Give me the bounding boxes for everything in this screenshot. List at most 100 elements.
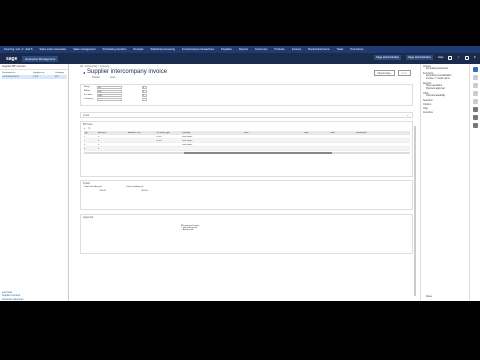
bell-icon[interactable] xyxy=(464,55,469,60)
right-menu-item[interactable]: Payment approval xyxy=(421,88,468,91)
column-header[interactable]: Quantity xyxy=(182,132,230,134)
cell[interactable]: 5 xyxy=(98,136,128,138)
field-input[interactable]: US xyxy=(97,85,122,89)
star-icon[interactable]: ☆ xyxy=(457,56,459,59)
new-invoice-button[interactable]: New invoice xyxy=(373,70,395,76)
field-input[interactable]: 5 xyxy=(142,93,147,97)
field-input[interactable]: USD xyxy=(97,93,122,97)
radio-label: Authorized xyxy=(182,229,194,231)
cell[interactable]: 2 xyxy=(84,140,98,142)
right-group-header[interactable]: Favorites xyxy=(421,111,468,114)
left-panel-title: Supplier BP invoices xyxy=(0,64,68,70)
cell[interactable]: 10.00 xyxy=(156,136,182,138)
cell[interactable]: Free items xyxy=(182,136,230,138)
sage-logo: sage xyxy=(6,55,18,62)
cell[interactable]: 5 xyxy=(98,148,128,150)
top-nav-item[interactable]: Tasks xyxy=(337,48,344,51)
field-input[interactable]: Test xyxy=(97,89,122,93)
right-menu-item[interactable]: Invoice >> credit memo xyxy=(421,78,468,81)
cell[interactable]: 3 xyxy=(84,144,98,146)
tab-lines[interactable]: Lines xyxy=(110,76,116,79)
header-link-2[interactable]: Sage administration xyxy=(406,55,433,60)
column-header[interactable]: Amount - tax xyxy=(128,132,156,134)
column-header[interactable]: Sign xyxy=(304,132,330,134)
col-header[interactable]: Supplier no. xyxy=(33,72,55,74)
col-header[interactable]: Document no. xyxy=(2,72,33,74)
header-link-1[interactable]: Sage administration xyxy=(374,55,402,60)
cell[interactable]: 5 xyxy=(98,144,128,146)
add-row-icon[interactable]: + xyxy=(84,127,86,130)
top-nav-item[interactable]: Products xyxy=(274,48,284,51)
table-row[interactable]: 45 xyxy=(84,147,410,151)
back-icon[interactable]: ◂ xyxy=(83,70,85,75)
field-label: Entity xyxy=(84,86,90,88)
plus-icon[interactable] xyxy=(472,67,478,72)
top-nav-item[interactable]: Sales order transaction xyxy=(40,48,67,51)
top-nav-item[interactable]: Statistical processing xyxy=(150,48,174,51)
right-menu-item[interactable]: Journal traceability xyxy=(421,95,468,98)
top-nav-item[interactable]: Procedures xyxy=(350,48,363,51)
top-nav-item[interactable]: Bookmarked items xyxy=(308,48,329,51)
app-viewport: Sourcing, sort, cl - Self S Sales order t… xyxy=(0,46,480,301)
cell[interactable]: 10.00 xyxy=(156,140,182,142)
column-header[interactable]: Account xyxy=(98,132,128,134)
cell[interactable]: Free items xyxy=(182,140,230,142)
col-header[interactable]: Category xyxy=(55,72,67,74)
top-nav-item[interactable]: Customers xyxy=(255,48,268,51)
field-input[interactable]: 5 xyxy=(142,89,147,93)
column-header[interactable]: Typ xyxy=(84,132,98,134)
top-nav-item[interactable]: Sales management xyxy=(73,48,95,51)
top-nav-item[interactable]: Receipts xyxy=(133,48,143,51)
top-nav-item[interactable]: Invoice/request transactions xyxy=(182,48,214,51)
document-icon[interactable] xyxy=(472,83,478,88)
right-group-header[interactable]: Options xyxy=(421,103,468,106)
app-name[interactable]: Enterprise Management xyxy=(22,55,59,62)
field-input[interactable] xyxy=(142,97,147,101)
top-nav-item[interactable]: Reports xyxy=(239,48,248,51)
column-header[interactable]: Tax level/Type xyxy=(156,132,182,134)
edit-icon[interactable] xyxy=(472,107,478,112)
field-input[interactable] xyxy=(97,97,122,101)
top-nav-item[interactable]: Invoices xyxy=(292,48,302,51)
list-icon[interactable] xyxy=(472,75,478,80)
save-button[interactable]: Save xyxy=(397,70,411,76)
header-fields-panel: Entity US 5 Bill-by Test 5 Inv. date USD 5 Curren… xyxy=(80,84,413,106)
action-buttons: New invoice Save xyxy=(373,70,411,76)
link-customer-payments[interactable]: Customer payments xyxy=(2,298,23,301)
vertical-scrollbar[interactable] xyxy=(414,126,416,296)
column-header[interactable]: Free xyxy=(244,132,304,134)
field-input[interactable]: 5 xyxy=(142,85,147,89)
help-link[interactable]: Help xyxy=(438,56,443,59)
attachment-icon[interactable] xyxy=(472,91,478,96)
more-icon[interactable] xyxy=(472,123,478,128)
tab-header[interactable]: Header xyxy=(92,76,100,79)
right-close[interactable]: Close xyxy=(421,296,432,299)
top-nav-item[interactable]: Sourcing, sort, cl - Self S xyxy=(4,48,33,51)
total-incl-label: Total including tax xyxy=(126,186,144,188)
approval-label: Approval xyxy=(83,216,94,219)
cell[interactable]: Free items xyxy=(182,144,230,146)
user-icon[interactable] xyxy=(448,55,453,60)
radio-authorized[interactable]: ○ Authorized xyxy=(181,229,412,231)
gear-icon[interactable]: ⚙ xyxy=(474,56,476,59)
field-label: Bill-by xyxy=(84,90,90,92)
cell[interactable]: 4 xyxy=(84,148,98,150)
top-nav-item[interactable]: Payables xyxy=(221,48,232,51)
right-menu-item[interactable]: Accounting document xyxy=(421,68,468,71)
mail-icon[interactable] xyxy=(472,115,478,120)
right-group-header[interactable]: Help xyxy=(421,107,468,110)
cell[interactable]: 1 xyxy=(84,136,98,138)
chevron-down-icon[interactable]: ⌄ xyxy=(406,113,409,117)
top-nav-item[interactable]: Purchasing transfers xyxy=(103,48,127,51)
scroll-thumb[interactable] xyxy=(184,152,332,154)
column-header[interactable]: Total xyxy=(330,132,356,134)
right-group-header[interactable]: Selection xyxy=(421,99,468,102)
horizontal-scrollbar[interactable] xyxy=(84,152,410,154)
table-row[interactable]: S1000000000011 V100 INV xyxy=(2,75,67,79)
column-header[interactable]: Dimension xyxy=(356,132,396,134)
print-icon[interactable] xyxy=(472,99,478,104)
search-icon[interactable]: ⚲ xyxy=(89,127,91,130)
left-links: Last read Supplier invoices Customer pay… xyxy=(2,291,23,301)
lines-panel: Lines ⌄ xyxy=(80,112,413,118)
cell[interactable]: 5 xyxy=(98,140,128,142)
